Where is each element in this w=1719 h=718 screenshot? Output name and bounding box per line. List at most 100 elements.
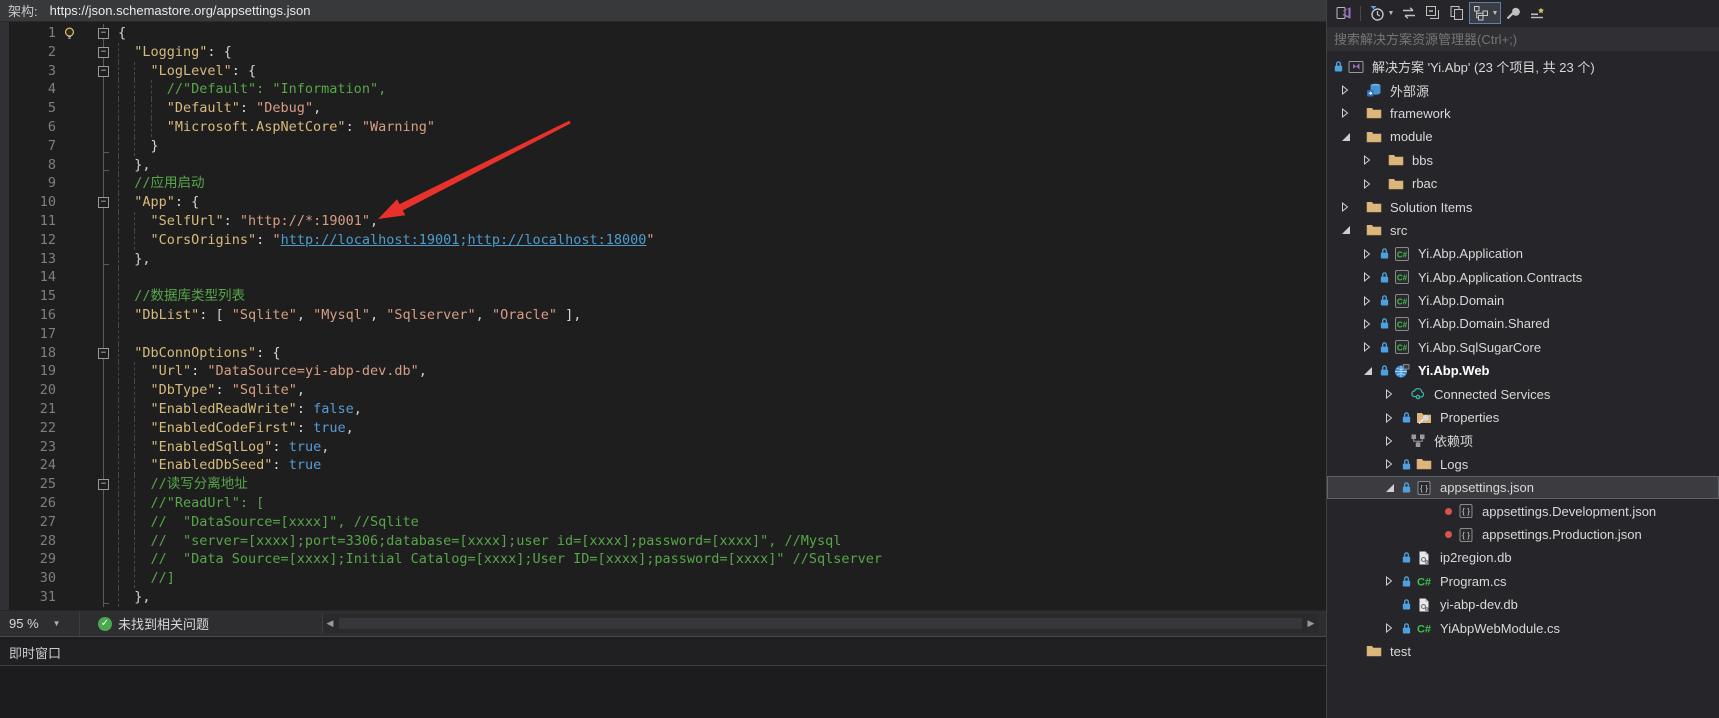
code-text[interactable]: "Default": "Debug",	[118, 99, 1326, 118]
tree-item-appsettings-json[interactable]: { }appsettings.json	[1327, 476, 1719, 499]
code-line[interactable]: 4//"Default": "Information",	[0, 80, 1326, 99]
code-text[interactable]: "EnabledSqlLog": true,	[118, 438, 1326, 457]
code-text[interactable]: },	[118, 156, 1326, 175]
code-text[interactable]: // "DataSource=[xxxx]", //Sqlite	[118, 513, 1326, 532]
code-text[interactable]: {	[118, 24, 1326, 43]
code-text[interactable]: "DbList": [ "Sqlite", "Mysql", "Sqlserve…	[118, 306, 1326, 325]
code-text[interactable]: "EnabledDbSeed": true	[118, 456, 1326, 475]
solution-search-input[interactable]	[1327, 27, 1719, 51]
collapse-minus-icon[interactable]: −	[98, 348, 109, 359]
chevron-collapsed-icon[interactable]	[1363, 155, 1379, 165]
chevron-collapsed-icon[interactable]	[1385, 413, 1401, 423]
document-health-indicator[interactable]: ✓ 未找到相关问题	[98, 614, 209, 633]
sync-with-active-document-button[interactable]	[1397, 2, 1421, 24]
properties-button[interactable]	[1501, 2, 1525, 24]
collapse-all-button[interactable]	[1421, 2, 1445, 24]
code-line[interactable]: 28// "server=[xxxx];port=3306;database=[…	[0, 532, 1326, 551]
tree-item-framework[interactable]: framework	[1327, 102, 1719, 125]
tree-item-logs[interactable]: Logs	[1327, 453, 1719, 476]
immediate-window-body[interactable]	[0, 666, 1326, 718]
tree-item--[interactable]: 外部源	[1327, 78, 1719, 101]
code-line[interactable]: 13},	[0, 250, 1326, 269]
tree-item--[interactable]: 依赖项	[1327, 429, 1719, 452]
tree-item-yi-abp-sqlsugarcore[interactable]: C#Yi.Abp.SqlSugarCore	[1327, 336, 1719, 359]
tree-item-yi-abp-application[interactable]: C#Yi.Abp.Application	[1327, 242, 1719, 265]
scroll-right-icon[interactable]: ▶	[1304, 614, 1318, 633]
tree-item-bbs[interactable]: bbs	[1327, 149, 1719, 172]
code-line[interactable]: 6"Microsoft.AspNetCore": "Warning"	[0, 118, 1326, 137]
code-text[interactable]: "Logging": {	[118, 43, 1326, 62]
scroll-left-icon[interactable]: ◀	[323, 614, 337, 633]
code-line[interactable]: 31},	[0, 588, 1326, 607]
code-text[interactable]: "DbConnOptions": {	[118, 344, 1326, 363]
tree-item--yi-abp-23-23-[interactable]: 解决方案 'Yi.Abp' (23 个项目, 共 23 个)	[1327, 55, 1719, 78]
code-line[interactable]: 21"EnabledReadWrite": false,	[0, 400, 1326, 419]
code-text[interactable]: "SelfUrl": "http://*:19001",	[118, 212, 1326, 231]
code-text[interactable]: "CorsOrigins": "http://localhost:19001;h…	[118, 231, 1326, 250]
code-line[interactable]: 5"Default": "Debug",	[0, 99, 1326, 118]
fold-collapse-box[interactable]: −	[96, 475, 112, 494]
tree-item-appsettings-production-json[interactable]: { }appsettings.Production.json	[1327, 523, 1719, 546]
code-text[interactable]: // "server=[xxxx];port=3306;database=[xx…	[118, 532, 1326, 551]
code-line[interactable]: 24"EnabledDbSeed": true	[0, 456, 1326, 475]
code-text[interactable]: //]	[118, 569, 1326, 588]
scrollbar-track[interactable]	[337, 614, 1304, 633]
chevron-collapsed-icon[interactable]	[1363, 179, 1379, 189]
fold-collapse-box[interactable]: −	[96, 62, 112, 81]
code-line[interactable]: 26//"ReadUrl": [	[0, 494, 1326, 513]
code-text[interactable]: },	[118, 250, 1326, 269]
code-line[interactable]: 11"SelfUrl": "http://*:19001",	[0, 212, 1326, 231]
code-text[interactable]: }	[118, 137, 1326, 156]
collapse-minus-icon[interactable]: −	[98, 479, 109, 490]
tree-item-yiabpwebmodule-cs[interactable]: C#YiAbpWebModule.cs	[1327, 616, 1719, 639]
code-text[interactable]: // "Data Source=[xxxx];Initial Catalog=[…	[118, 550, 1326, 569]
tree-item-yi-abp-dev-db[interactable]: yi-abp-dev.db	[1327, 593, 1719, 616]
tree-item-yi-abp-application-contracts[interactable]: C#Yi.Abp.Application.Contracts	[1327, 266, 1719, 289]
code-text[interactable]: //数据库类型列表	[118, 287, 1326, 306]
code-text[interactable]: "Url": "DataSource=yi-abp-dev.db",	[118, 362, 1326, 381]
immediate-window-title[interactable]: 即时窗口	[0, 640, 1326, 666]
chevron-collapsed-icon[interactable]	[1363, 296, 1379, 306]
chevron-collapsed-icon[interactable]	[1363, 342, 1379, 352]
tree-item-rbac[interactable]: rbac	[1327, 172, 1719, 195]
tree-item-yi-abp-web[interactable]: Yi.Abp.Web	[1327, 359, 1719, 382]
code-text[interactable]	[118, 325, 1326, 344]
code-line[interactable]: 27// "DataSource=[xxxx]", //Sqlite	[0, 513, 1326, 532]
code-line[interactable]: 10−"App": {	[0, 193, 1326, 212]
collapse-minus-icon[interactable]: −	[98, 28, 109, 39]
switch-views-button[interactable]	[1332, 2, 1356, 24]
scrollbar-thumb[interactable]	[339, 618, 1302, 629]
code-line[interactable]: 2−"Logging": {	[0, 43, 1326, 62]
chevron-collapsed-icon[interactable]	[1341, 108, 1357, 118]
zoom-level-dropdown[interactable]: 95 % ▼	[0, 611, 80, 636]
track-active-item-button[interactable]: ▼	[1469, 2, 1501, 24]
code-line[interactable]: 25−//读写分离地址	[0, 475, 1326, 494]
code-line[interactable]: 15//数据库类型列表	[0, 287, 1326, 306]
collapse-minus-icon[interactable]: −	[98, 66, 109, 77]
chevron-expanded-icon[interactable]	[1341, 132, 1357, 142]
chevron-expanded-icon[interactable]	[1385, 483, 1401, 493]
tree-item-connected-services[interactable]: Connected Services	[1327, 382, 1719, 405]
code-line[interactable]: 8},	[0, 156, 1326, 175]
horizontal-scrollbar[interactable]: ◀ ▶	[322, 614, 1318, 633]
fold-collapse-box[interactable]: −	[96, 344, 112, 363]
tree-item-yi-abp-domain-shared[interactable]: C#Yi.Abp.Domain.Shared	[1327, 312, 1719, 335]
code-line[interactable]: 7}	[0, 137, 1326, 156]
tree-item-properties[interactable]: Properties	[1327, 406, 1719, 429]
fold-collapse-box[interactable]: −	[96, 24, 112, 43]
pending-changes-filter-button[interactable]: ▼	[1365, 2, 1397, 24]
code-text[interactable]: "EnabledReadWrite": false,	[118, 400, 1326, 419]
tree-item-src[interactable]: src	[1327, 219, 1719, 242]
code-text[interactable]: //"ReadUrl": [	[118, 494, 1326, 513]
code-line[interactable]: 1−{	[0, 24, 1326, 43]
code-text[interactable]: "LogLevel": {	[118, 62, 1326, 81]
tree-item-module[interactable]: module	[1327, 125, 1719, 148]
tree-item-ip2region-db[interactable]: ip2region.db	[1327, 546, 1719, 569]
schema-url-dropdown[interactable]: https://json.schemastore.org/appsettings…	[44, 0, 1326, 21]
code-text[interactable]	[118, 268, 1326, 287]
code-text[interactable]: //读写分离地址	[118, 475, 1326, 494]
code-line[interactable]: 17	[0, 325, 1326, 344]
chevron-collapsed-icon[interactable]	[1385, 389, 1401, 399]
chevron-collapsed-icon[interactable]	[1363, 249, 1379, 259]
chevron-collapsed-icon[interactable]	[1385, 436, 1401, 446]
